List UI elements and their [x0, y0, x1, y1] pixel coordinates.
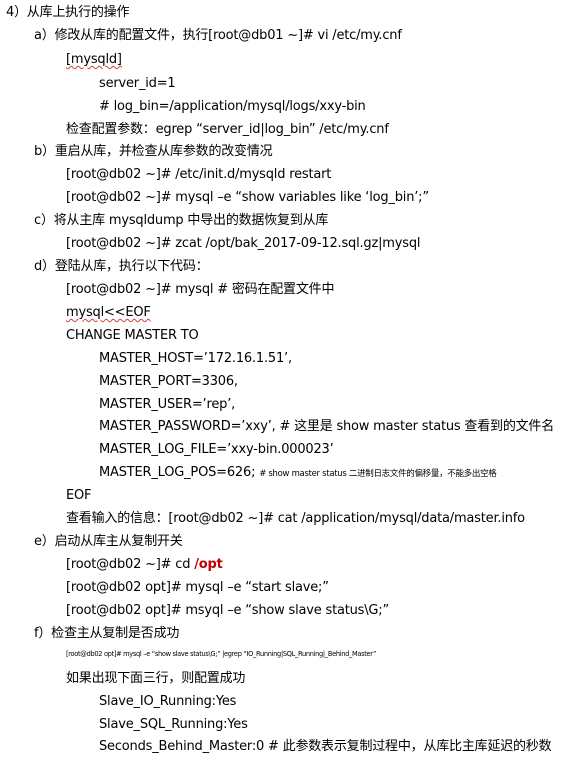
cd-command-prefix: [root@db02 ~]# cd [66, 557, 195, 572]
show-slave-status-command-line: [root@db02 opt]# msyql –e “show slave st… [66, 603, 390, 618]
restart-command-line: [root@db02 ~]# /etc/init.d/mysqld restar… [66, 167, 332, 182]
show-variables-command-line: [root@db02 ~]# mysql –e “show variables … [66, 190, 429, 205]
mysql-login-line: [root@db02 ~]# mysql # 密码在配置文件中 [66, 282, 335, 297]
step-b-heading: b）重启从库，并检查从库参数的改变情况 [34, 144, 273, 159]
egrep-check-command-line: [root@db02 opt]# mysql –e “show slave st… [66, 650, 377, 658]
master-password-line: MASTER_PASSWORD=’xxy’, # 这里是 show master… [99, 419, 555, 434]
master-log-file-line: MASTER_LOG_FILE=’xxy-bin.000023’ [99, 442, 334, 457]
section-4-heading: 4）从库上执行的操作 [6, 5, 130, 20]
config-log-bin-line: # log_bin=/application/mysql/logs/xxy-bi… [99, 99, 366, 114]
slave-io-running-line: Slave_IO_Running:Yes [99, 694, 237, 709]
master-log-pos-comment: # show master status 二进制日志文件的偏移量，不能多出空格 [259, 469, 497, 479]
step-e-heading: e）启动从库主从复制开关 [34, 534, 183, 549]
cd-command-path: /opt [194, 557, 223, 572]
slave-sql-running-line: Slave_SQL_Running:Yes [99, 717, 248, 732]
success-note-line: 如果出现下面三行，则配置成功 [66, 671, 246, 686]
zcat-command-line: [root@db02 ~]# zcat /opt/bak_2017-09-12.… [66, 236, 421, 251]
check-config-line: 检查配置参数：egrep “server_id|log_bin” /etc/my… [66, 122, 389, 137]
cd-command-line: [root@db02 ~]# cd /opt [66, 558, 223, 571]
master-host-line: MASTER_HOST=’172.16.1.51’, [99, 351, 292, 366]
master-log-pos-value: MASTER_LOG_POS=626; [99, 465, 260, 480]
master-user-line: MASTER_USER=’rep’, [99, 397, 236, 412]
step-f-heading: f）检查主从复制是否成功 [34, 626, 180, 641]
master-log-pos-line: MASTER_LOG_POS=626; # show master status… [99, 465, 497, 480]
config-server-id-line: server_id=1 [99, 76, 176, 91]
change-master-line: CHANGE MASTER TO [66, 328, 199, 343]
config-section-line: [mysqld] [66, 52, 122, 67]
step-a-heading: a）修改从库的配置文件，执行[root@db01 ~]# vi /etc/my.… [34, 28, 402, 43]
step-c-heading: c）将从主库 mysqldump 中导出的数据恢复到从库 [34, 213, 329, 228]
master-port-line: MASTER_PORT=3306, [99, 374, 238, 389]
seconds-behind-master-line: Seconds_Behind_Master:0 # 此参数表示复制过程中，从库比… [99, 739, 552, 754]
view-input-info-line: 查看输入的信息：[root@db02 ~]# cat /application/… [66, 511, 525, 526]
start-slave-command-line: [root@db02 opt]# mysql –e “start slave;” [66, 580, 329, 595]
step-d-heading: d）登陆从库，执行以下代码： [34, 259, 209, 274]
heredoc-end-line: EOF [66, 488, 92, 503]
heredoc-start-line: mysql<<EOF [66, 305, 151, 320]
